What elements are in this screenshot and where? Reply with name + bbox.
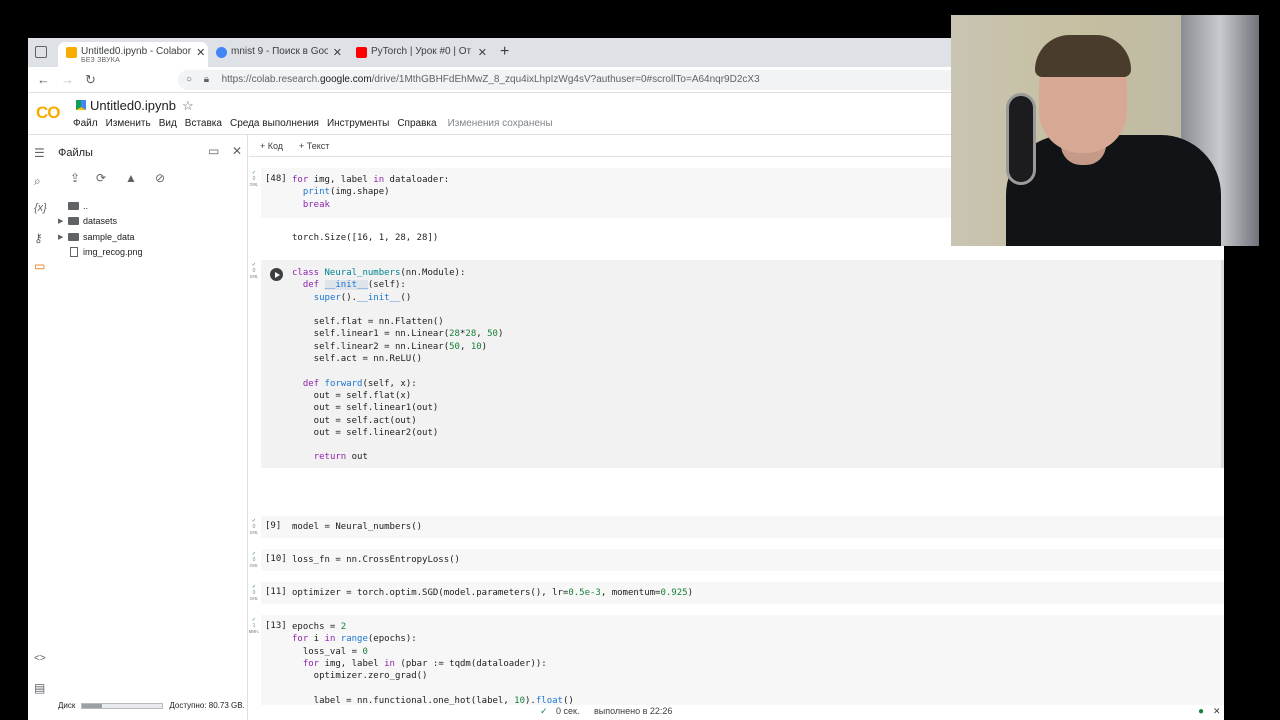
execution-count: [10] (265, 554, 287, 564)
tab-title: Untitled0.ipynb - Colabor (81, 46, 192, 57)
close-icon[interactable]: ✕ (478, 46, 487, 59)
webcam-overlay (951, 15, 1259, 246)
folder-icon (68, 202, 79, 210)
menu-file[interactable]: Файл (73, 118, 98, 129)
folder-icon (68, 233, 79, 241)
left-rail: ☰ ⌕ {x} ⚷ ▭ <> ▤ (28, 135, 54, 720)
chevron-right-icon[interactable]: ▶ (58, 217, 68, 225)
execution-count: [9] (265, 521, 282, 531)
cell-code: loss_fn = nn.CrossEntropyLoss() (292, 555, 460, 565)
tab-colab[interactable]: Untitled0.ipynb - Colabor БЕЗ ЗВУКА ✕ (58, 42, 208, 67)
reload-icon[interactable]: ↻ (85, 72, 96, 88)
table-of-contents-icon[interactable]: ☰ (34, 146, 45, 160)
close-panel-icon[interactable]: ✕ (232, 144, 242, 158)
new-tab-plus-icon[interactable]: + (500, 43, 509, 61)
code-cell[interactable]: ✓ 0 сек. [9] model = Neural_numbers() (250, 516, 1224, 538)
tab-title: PyTorch | Урок #0 | От А (371, 46, 473, 57)
menu-bar: Файл Изменить Вид Вставка Среда выполнен… (73, 118, 553, 129)
cell-code: model = Neural_numbers() (292, 522, 423, 532)
execution-count: [11] (265, 587, 287, 597)
tab-muted-label: БЕЗ ЗВУКА (81, 57, 120, 64)
menu-view[interactable]: Вид (159, 118, 177, 129)
colab-favicon-icon (66, 47, 77, 58)
youtube-favicon-icon (356, 47, 367, 58)
search-icon[interactable]: ⌕ (34, 174, 41, 189)
cell-status: ✓ 0 сек. (249, 584, 259, 602)
add-code-button[interactable]: + Код (260, 141, 283, 151)
close-icon[interactable]: ✕ (333, 46, 342, 59)
file-tree-item[interactable]: ▶ datasets (58, 216, 117, 226)
chevron-right-icon[interactable]: ▶ (58, 233, 68, 241)
cell-code: for img, label in dataloader: print(img.… (292, 175, 450, 210)
folder-icon (68, 217, 79, 225)
tab-title: mnist 9 - Поиск в Google (231, 46, 328, 57)
url-domain: google.com (319, 74, 372, 85)
colab-logo[interactable]: CO (36, 103, 60, 123)
file-icon (70, 247, 78, 257)
notebook-title[interactable]: Untitled0.ipynb (90, 98, 176, 113)
check-icon: ✓ (540, 706, 548, 716)
back-arrow-icon[interactable]: ← (37, 72, 50, 87)
url-path: /drive/1MthGBHFdEhMwZ_8_zqu4ixLhpIzWg4sV… (371, 74, 760, 85)
connection-status-icon[interactable]: ● (1198, 706, 1204, 717)
close-icon[interactable]: ✕ (1213, 706, 1221, 717)
forward-arrow-icon[interactable]: → (61, 72, 74, 87)
files-panel-title: Файлы (58, 147, 93, 159)
lock-icon: 🔒︎ (203, 74, 210, 85)
code-cell[interactable]: ✓ 0 сек. [11] optimizer = torch.optim.SGD… (250, 582, 1224, 604)
file-tree-item[interactable]: ▶ sample_data (58, 232, 135, 242)
cell-status: ✓ 1 мин. (249, 617, 260, 635)
execution-count: [13] (265, 621, 287, 631)
tab-search-icon[interactable] (35, 46, 47, 58)
hide-files-icon[interactable]: ⊘ (155, 171, 165, 185)
menu-runtime[interactable]: Среда выполнения (230, 118, 319, 129)
execution-duration: 0 сек. (556, 706, 580, 716)
url-prefix: https://colab.research. (221, 74, 320, 85)
star-icon[interactable]: ☆ (182, 98, 194, 114)
variables-icon[interactable]: {x} (34, 202, 47, 214)
tab-google-search[interactable]: mnist 9 - Поиск в Google ✕ (208, 42, 348, 67)
code-cell[interactable]: ✓ 0 сек. [10] loss_fn = nn.CrossEntropyLo… (250, 549, 1224, 571)
mount-drive-icon[interactable]: ▲ (125, 171, 137, 185)
menu-help[interactable]: Справка (397, 118, 436, 129)
google-favicon-icon (216, 47, 227, 58)
presenter-hair (1035, 35, 1131, 77)
code-snippets-icon[interactable]: <> (34, 653, 46, 664)
execution-completed-time: выполнено в 22:26 (594, 706, 673, 716)
code-cell-focused[interactable]: ✓ 0 сек. class Neural_numbers(nn.Module):… (250, 260, 1224, 468)
open-in-tab-icon[interactable]: ▭ (208, 144, 219, 158)
execution-count: [48] (265, 174, 287, 184)
shield-icon: ○ (186, 74, 193, 85)
presenter-body (1006, 135, 1221, 246)
run-cell-button[interactable] (270, 268, 283, 281)
cell-code: class Neural_numbers(nn.Module): def __i… (292, 268, 504, 463)
menu-insert[interactable]: Вставка (185, 118, 222, 129)
refresh-folder-icon[interactable]: ⟳ (96, 171, 106, 185)
file-tree-item[interactable]: .. (58, 201, 88, 211)
menu-tools[interactable]: Инструменты (327, 118, 389, 129)
cell-status: ✓ 0 сек. (249, 518, 259, 536)
cell-code: optimizer = torch.optim.SGD(model.parame… (292, 588, 693, 598)
cell-status: ✓ 0 сек. (249, 170, 259, 188)
menu-edit[interactable]: Изменить (106, 118, 151, 129)
folder-icon[interactable]: ▭ (34, 259, 45, 273)
file-tree-item[interactable]: img_recog.png (58, 247, 143, 257)
drive-icon[interactable] (76, 100, 86, 110)
code-cell[interactable]: ✓ 1 мин. [13] epochs = 2 for i in range(e… (249, 615, 1224, 705)
upload-file-icon[interactable]: ⇪ (70, 171, 80, 185)
status-bar: ✓ 0 сек. выполнено в 22:26 ● ✕ (28, 705, 1224, 720)
files-panel: Файлы ▭ ✕ ⇪ ⟳ ▲ ⊘ .. ▶ datasets ▶ sample… (54, 135, 248, 720)
tab-youtube[interactable]: PyTorch | Урок #0 | От А ✕ (348, 42, 493, 67)
cell-status: ✓ 0 сек. (249, 551, 259, 569)
add-text-button[interactable]: + Текст (299, 141, 329, 151)
key-icon[interactable]: ⚷ (34, 231, 43, 245)
terminal-icon[interactable]: ▤ (34, 681, 45, 695)
cell-status: ✓ 0 сек. (249, 262, 259, 280)
microphone (1006, 93, 1036, 185)
cell-output: torch.Size([16, 1, 28, 28]) (292, 233, 439, 243)
close-icon[interactable]: ✕ (196, 46, 205, 59)
cell-code: epochs = 2 for i in range(epochs): loss_… (292, 622, 574, 705)
save-status[interactable]: Изменения сохранены (448, 118, 553, 129)
